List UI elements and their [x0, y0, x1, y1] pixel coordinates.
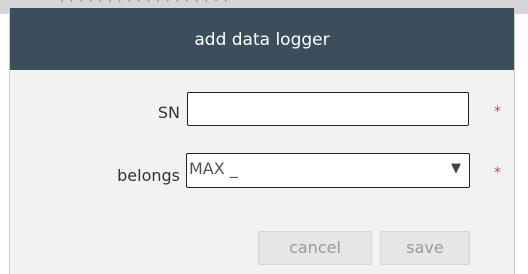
save-button[interactable]: save [380, 231, 470, 265]
background-text: · · · · · · · · · · · · · · · · · · [60, 0, 229, 8]
sn-input[interactable] [187, 92, 469, 126]
belongs-selected-value: MAX _ [189, 159, 238, 178]
belongs-label: belongs [117, 166, 180, 185]
belongs-select[interactable]: MAX _ ▼ [186, 153, 470, 188]
chevron-down-icon[interactable]: ▼ [451, 161, 461, 176]
add-data-logger-dialog: add data logger SN * belongs MAX _ ▼ * c… [9, 8, 515, 274]
sn-required-mark: * [494, 104, 501, 120]
sn-label: SN [157, 103, 180, 122]
cancel-button[interactable]: cancel [258, 231, 372, 265]
dialog-title: add data logger [10, 8, 514, 70]
belongs-required-mark: * [494, 165, 501, 181]
